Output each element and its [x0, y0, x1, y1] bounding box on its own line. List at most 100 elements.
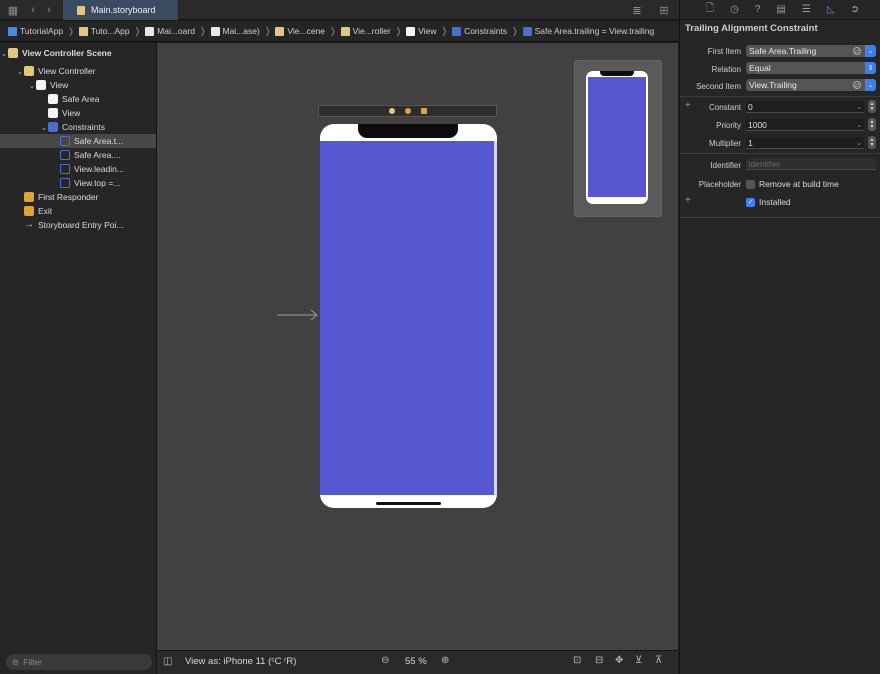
editor-options-icon[interactable]: ≣ [630, 3, 644, 17]
first-responder-icon [24, 192, 34, 202]
breadcrumb-item[interactable]: Mai...ase) [210, 26, 260, 36]
outline-item[interactable]: Safe Area.... [0, 148, 156, 162]
attributes-inspector-icon[interactable]: ☰ [802, 4, 811, 15]
outline-item[interactable]: → Storyboard Entry Poi... [0, 218, 156, 232]
breadcrumb-item[interactable]: Mai...oard [145, 26, 195, 36]
breadcrumb-label: Mai...oard [157, 26, 195, 36]
outline-item-label: Constraints [62, 122, 105, 132]
view-controller-dock-icon[interactable] [388, 108, 395, 114]
constant-stepper[interactable]: ▲ ▼ [868, 100, 876, 113]
scene-header[interactable]: ⌄ View Controller Scene [0, 46, 156, 60]
history-inspector-icon[interactable]: ◷ [730, 4, 739, 15]
relation-popup[interactable]: Equal ⇕ [746, 62, 876, 74]
multiplier-value: 1 [748, 137, 753, 148]
minimap-notch [600, 71, 634, 76]
outline-item-label: View [62, 108, 81, 118]
breadcrumb-item[interactable]: Vie...roller [340, 26, 391, 36]
outline-item[interactable]: First Responder [0, 190, 156, 204]
second-item-popup[interactable]: View.Trailing ⇄ ⌄ [746, 79, 876, 91]
priority-stepper[interactable]: ▲ ▼ [868, 118, 876, 131]
entry-point-arrow-icon[interactable] [277, 309, 321, 321]
back-arrow-icon[interactable]: ‹ [26, 3, 40, 17]
notch [358, 124, 458, 138]
zoom-out-icon[interactable]: ⊖ [381, 655, 389, 666]
outline-item[interactable]: Exit [0, 204, 156, 218]
identifier-label: Identifier [710, 161, 741, 170]
chevron-down-icon[interactable]: ⌄ [856, 103, 862, 111]
updown-arrows-icon[interactable]: ⇕ [865, 62, 876, 74]
align-icon[interactable]: ⊟ [595, 655, 603, 666]
canvas-minimap[interactable] [574, 60, 662, 217]
chevron-down-icon[interactable]: ⌄ [28, 81, 36, 90]
help-inspector-icon[interactable]: ? [755, 4, 761, 15]
chevron-down-icon[interactable]: ⌄ [865, 45, 876, 57]
chevron-down-icon[interactable]: ⌄ [856, 139, 862, 147]
breadcrumb-item[interactable]: Vie...cene [275, 26, 325, 36]
chevron-right-icon: ❭ [511, 25, 519, 36]
outline-item[interactable]: ⌄ Constraints [0, 120, 156, 134]
add-variation-icon[interactable]: + [685, 195, 691, 206]
outline-item[interactable]: ⌄ View [0, 78, 156, 92]
checkmark-icon[interactable]: ✓ [746, 197, 755, 207]
chevron-down-icon[interactable]: ⌄ [0, 49, 8, 58]
outline-item[interactable]: Safe Area [0, 92, 156, 106]
zoom-in-icon[interactable]: ⊕ [441, 655, 449, 666]
chevron-down-icon[interactable]: ⌄ [40, 123, 48, 132]
arrow-right-icon: → [24, 219, 34, 230]
view-background[interactable] [320, 141, 497, 495]
chevron-right-icon: ❭ [263, 25, 272, 36]
outline-item[interactable]: View.leadin... [0, 162, 156, 176]
identifier-field[interactable]: Identifier [746, 158, 876, 170]
filter-input[interactable]: ⊜ Filter [6, 654, 152, 670]
constant-value: 0 [748, 101, 753, 112]
grid-icon[interactable]: ▦ [6, 3, 20, 17]
add-constraints-icon[interactable]: ✥ [615, 655, 623, 666]
size-inspector-icon[interactable]: ◺ [827, 4, 835, 15]
resolve-issues-icon[interactable]: ⊻ [635, 655, 642, 666]
constant-field[interactable]: 0 ⌄ [746, 101, 864, 113]
chevron-right-icon: ❭ [394, 25, 403, 36]
remove-at-build-time-checkbox[interactable]: Remove at build time [746, 179, 839, 189]
first-item-popup[interactable]: Safe Area.Trailing ⇄ ⌄ [746, 45, 876, 57]
multiplier-stepper[interactable]: ▲ ▼ [868, 136, 876, 149]
breadcrumb-item[interactable]: View [406, 26, 437, 36]
breadcrumb-item[interactable]: Constraints [452, 26, 507, 36]
breadcrumb-item[interactable]: Safe Area.trailing = View.trailing [522, 26, 654, 36]
checkbox-unchecked-icon[interactable] [746, 179, 755, 189]
add-variation-icon[interactable]: + [685, 100, 691, 111]
swap-icon[interactable]: ⇄ [853, 81, 861, 89]
zoom-level[interactable]: 55 % [405, 656, 427, 667]
relation-value: Equal [749, 63, 771, 73]
storyboard-canvas[interactable] [157, 43, 678, 650]
update-frames-icon[interactable]: ⊡ [573, 655, 581, 666]
chevron-down-icon[interactable]: ⌄ [865, 79, 876, 91]
outline-item[interactable]: Safe Area.t... [0, 134, 156, 148]
chevron-down-icon[interactable]: ⌄ [16, 67, 24, 76]
view-as-device-button[interactable]: View as: iPhone 11 (ᶜC ʳR) [185, 656, 296, 667]
first-responder-dock-icon[interactable] [404, 108, 411, 114]
scene-dock[interactable] [318, 105, 497, 117]
priority-field[interactable]: 1000 ⌄ [746, 119, 864, 131]
constraint-icon [522, 26, 532, 36]
outline-item[interactable]: ⌄ View Controller [0, 64, 156, 78]
connections-inspector-icon[interactable]: ➲ [851, 4, 859, 15]
swap-icon[interactable]: ⇄ [853, 47, 861, 55]
add-editor-icon[interactable]: ⊞ [657, 3, 671, 17]
breadcrumb-item[interactable]: Tuto...App [78, 26, 130, 36]
embed-in-icon[interactable]: ⊼ [655, 655, 662, 666]
forward-arrow-icon[interactable]: › [42, 3, 56, 17]
multiplier-field[interactable]: 1 ⌄ [746, 137, 864, 149]
breadcrumb-item[interactable]: TutorialApp [8, 26, 63, 36]
chevron-down-icon[interactable]: ⌄ [856, 121, 862, 129]
installed-checkbox[interactable]: ✓ Installed [746, 197, 791, 207]
tab-main-storyboard[interactable]: Main.storyboard [63, 0, 178, 20]
outline-item[interactable]: View [0, 106, 156, 120]
toggle-outline-icon[interactable]: ◫ [163, 656, 172, 667]
exit-dock-icon[interactable] [420, 108, 427, 114]
outline-item[interactable]: View.top =... [0, 176, 156, 190]
selected-trailing-constraint[interactable] [494, 141, 497, 495]
identity-inspector-icon[interactable]: ▤ [776, 4, 785, 15]
iphone-frame[interactable] [320, 124, 497, 508]
file-inspector-icon[interactable]: 🗋 [706, 1, 714, 18]
outline-item-label: Storyboard Entry Poi... [38, 220, 124, 230]
